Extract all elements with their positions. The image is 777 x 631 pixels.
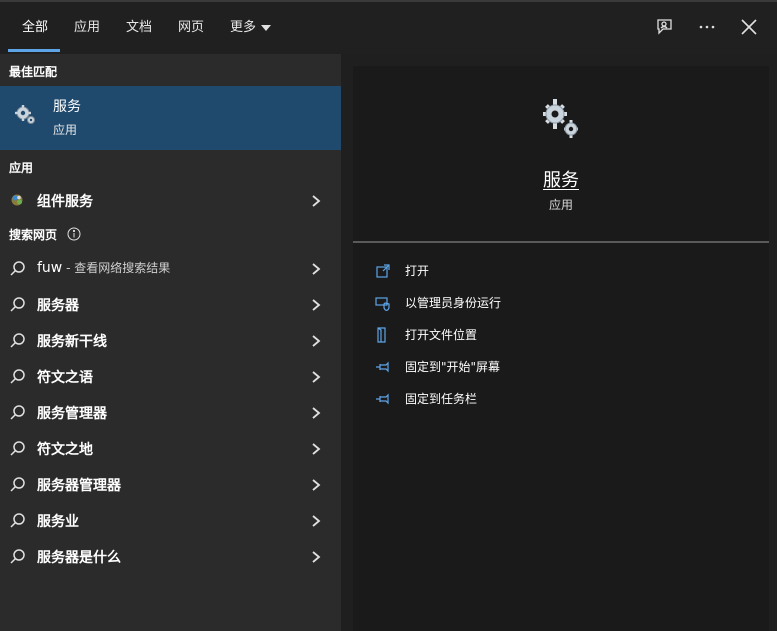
more-icon[interactable]	[696, 16, 718, 38]
web-result-label: 服务器	[37, 298, 79, 314]
web-result-label: 服务新干线	[37, 334, 107, 350]
shield-icon	[375, 295, 391, 312]
apps-heading: 应用	[9, 161, 34, 175]
web-result-label: 服务管理器	[37, 406, 107, 422]
best-match-heading: 最佳匹配	[9, 65, 58, 79]
divider	[353, 241, 769, 243]
web-result-label: 符文之地	[37, 442, 93, 458]
chevron-right-icon[interactable]	[310, 369, 322, 383]
search-icon	[9, 260, 26, 277]
chevron-right-icon[interactable]	[310, 549, 322, 563]
tab-documents[interactable]: 文档	[126, 18, 152, 38]
component-services-icon	[9, 192, 26, 209]
search-icon	[9, 512, 26, 529]
search-icon	[9, 332, 26, 349]
chevron-right-icon[interactable]	[310, 405, 322, 419]
chevron-right-icon[interactable]	[310, 333, 322, 347]
chevron-right-icon[interactable]	[310, 297, 322, 311]
web-heading-label: 搜索网页	[9, 228, 58, 242]
app-item-component-services[interactable]: 组件服务	[0, 183, 341, 217]
preview-subtitle: 应用	[548, 198, 573, 212]
best-match-title: 服务	[53, 99, 81, 115]
gears-icon	[539, 96, 583, 140]
web-heading: 搜索网页	[9, 226, 81, 244]
chevron-right-icon[interactable]	[310, 441, 322, 455]
web-result-suffix: - 查看网络搜索结果	[62, 261, 171, 275]
action-label: 打开文件位置	[405, 328, 478, 342]
web-result-item[interactable]: 服务新干线	[0, 323, 341, 357]
gears-icon	[14, 103, 36, 125]
pin-icon	[375, 391, 391, 407]
chevron-down-icon	[261, 24, 272, 31]
search-icon	[9, 476, 26, 493]
web-result-label: 服务器管理器	[37, 478, 121, 494]
web-result-item[interactable]: 服务器管理器	[0, 467, 341, 501]
tab-apps[interactable]: 应用	[74, 18, 100, 38]
tab-web[interactable]: 网页	[178, 18, 204, 38]
web-result-item[interactable]: fuw - 查看网络搜索结果	[0, 251, 341, 285]
web-result-label: 服务器是什么	[37, 550, 121, 566]
web-result-label: 符文之语	[37, 370, 93, 386]
file-location-icon	[375, 327, 391, 343]
action-label: 固定到任务栏	[405, 392, 478, 406]
info-icon[interactable]	[67, 227, 81, 244]
tab-all[interactable]: 全部	[22, 18, 48, 38]
web-result-item[interactable]: 服务器	[0, 287, 341, 321]
close-icon[interactable]	[738, 16, 760, 38]
preview-title[interactable]: 服务	[353, 166, 769, 192]
chevron-right-icon[interactable]	[310, 477, 322, 491]
top-border	[0, 0, 777, 2]
web-result-item[interactable]: 符文之地	[0, 431, 341, 465]
search-icon	[9, 368, 26, 385]
search-icon	[9, 548, 26, 565]
app-item-label: 组件服务	[37, 194, 93, 210]
chevron-right-icon[interactable]	[310, 513, 322, 527]
preview-title-text: 服务	[543, 170, 579, 191]
chevron-right-icon[interactable]	[310, 261, 322, 275]
web-result-item[interactable]: 符文之语	[0, 359, 341, 393]
results-panel: 最佳匹配 服务 应用 应用 组件服务 搜索网页 fuw - 查看网络搜索结果 服…	[0, 54, 341, 631]
search-icon	[9, 296, 26, 313]
action-label: 打开	[405, 264, 430, 278]
chevron-right-icon[interactable]	[310, 193, 322, 207]
web-result-label: fuw - 查看网络搜索结果	[37, 259, 170, 276]
web-result-item[interactable]: 服务业	[0, 503, 341, 537]
tab-more[interactable]: 更多	[230, 18, 272, 38]
action-label: 固定到"开始"屏幕	[405, 360, 501, 374]
top-bar: 全部 应用 文档 网页 更多	[0, 0, 777, 54]
tab-more-label: 更多	[230, 20, 257, 35]
feedback-icon[interactable]	[654, 16, 676, 38]
preview-panel: 服务 应用 打开 以管理员身份运行 打开文件位置 固定到"开始"屏幕 固定到任务…	[353, 66, 769, 631]
best-match-item[interactable]: 服务 应用	[0, 86, 341, 150]
action-label: 以管理员身份运行	[405, 296, 502, 310]
best-match-subtitle: 应用	[53, 123, 78, 137]
open-icon	[375, 263, 391, 279]
web-result-item[interactable]: 服务管理器	[0, 395, 341, 429]
web-result-item[interactable]: 服务器是什么	[0, 539, 341, 573]
search-icon	[9, 404, 26, 421]
pin-icon	[375, 359, 391, 375]
active-tab-indicator	[8, 49, 60, 52]
web-result-label: 服务业	[37, 514, 79, 530]
search-icon	[9, 440, 26, 457]
web-result-query: fuw	[37, 260, 63, 276]
